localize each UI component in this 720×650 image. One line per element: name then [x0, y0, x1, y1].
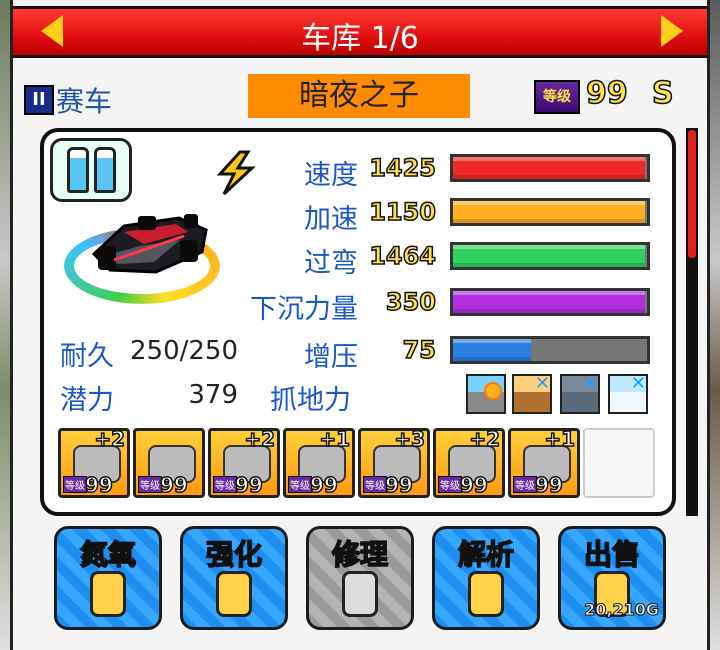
stat-bar-fill [453, 245, 646, 267]
stat-label: 速度 [304, 160, 358, 191]
car-category: II 赛车 [24, 80, 112, 120]
category-label: 赛车 [56, 85, 113, 118]
bottle-icon [66, 147, 89, 193]
potential-label: 潜力 [60, 385, 114, 416]
garage-screen: 车库 1/6 II 赛车 暗夜之子 等级 99 S 速度 1425 加速 1150 过弯… [0, 0, 720, 650]
part-level: 99 [459, 472, 488, 498]
part-level-badge: 等级 [363, 476, 387, 493]
empty-part-slot[interactable] [583, 428, 655, 498]
potential-value: 379 [188, 380, 238, 410]
nitro-bottles-icon [50, 138, 132, 202]
durability-label: 耐久 [60, 341, 114, 372]
analysis-screen-icon [468, 571, 504, 617]
stat-bar-fill [453, 291, 646, 313]
part-bonus: +2 [244, 426, 276, 452]
lightning-bolt-icon [216, 150, 256, 196]
stat-bar [450, 288, 650, 316]
stat-bar [450, 336, 650, 364]
stat-value: 1425 [368, 153, 436, 183]
race-car-icon [91, 214, 208, 274]
part-slot[interactable]: +2 等级 99 [58, 426, 130, 498]
part-level-badge: 等级 [63, 476, 87, 493]
button-label: 强化 [205, 537, 263, 572]
car-name[interactable]: 暗夜之子 [248, 74, 470, 118]
wrench-gear-button[interactable]: 修理 [306, 526, 414, 630]
button-label: 修理 [331, 537, 389, 572]
part-level-badge: 等级 [288, 476, 312, 493]
part-bonus: +1 [544, 426, 576, 452]
bottle-icon [93, 147, 116, 193]
egg-icon [216, 571, 252, 617]
part-level: 99 [159, 472, 188, 498]
part-level-badge: 等级 [213, 476, 237, 493]
stat-label: 增压 [304, 342, 358, 373]
sell-price: 20,210G [584, 600, 660, 620]
part-slot[interactable]: +1 等级 99 [508, 426, 580, 498]
sunny-road-icon [466, 374, 506, 414]
part-bonus: +2 [94, 426, 126, 452]
stat-value: 75 [402, 335, 437, 365]
button-label: 氮氧 [79, 537, 137, 572]
stat-bar-fill [453, 157, 646, 179]
rain-road-icon: ✕ [560, 374, 600, 414]
part-level: 99 [384, 472, 413, 498]
button-label: 解析 [457, 537, 515, 572]
scrollbar-thumb[interactable] [688, 130, 696, 258]
part-level-badge: 等级 [138, 476, 162, 493]
analysis-screen-button[interactable]: 解析 [432, 526, 540, 630]
nitro-bottle-icon [90, 571, 126, 617]
stat-value: 1464 [368, 241, 436, 271]
part-level-badge: 等级 [513, 476, 537, 493]
level-badge: 等级 [534, 80, 580, 114]
part-level: 99 [534, 472, 563, 498]
button-label: 出售 [583, 537, 641, 572]
part-slot[interactable]: 等级 99 [133, 428, 205, 498]
snow-road-icon: ✕ [608, 374, 648, 414]
part-slot[interactable]: +1 等级 99 [283, 426, 355, 498]
stat-bar [450, 242, 650, 270]
egg-button[interactable]: 强化 [180, 526, 288, 630]
part-slot[interactable]: +3 等级 99 [358, 426, 430, 498]
money-bag-button[interactable]: 出售 20,210G [558, 526, 666, 630]
stat-bar [450, 154, 650, 182]
stat-label: 过弯 [304, 248, 358, 279]
part-bonus: +2 [469, 426, 501, 452]
stat-label: 加速 [304, 204, 358, 235]
title-bar: 车库 1/6 [13, 6, 707, 58]
next-car-arrow-icon[interactable] [661, 15, 683, 47]
parts-row: +2 等级 99 等级 99 +2 等级 99 +1 等级 99 +3 等级 99 +2 等级 99 +1 等级 99 [58, 426, 655, 498]
part-bonus: +1 [319, 426, 351, 452]
car-level: 99 [585, 75, 628, 112]
part-slot[interactable]: +2 等级 99 [433, 426, 505, 498]
stat-bar-fill [453, 339, 531, 361]
part-level-badge: 等级 [438, 476, 462, 493]
stat-value: 350 [385, 287, 437, 317]
durability-value: 250/250 [129, 336, 238, 366]
stat-bar [450, 198, 650, 226]
part-bonus: +3 [394, 426, 426, 452]
grip-label: 抓地力 [270, 385, 351, 416]
part-level: 99 [84, 472, 113, 498]
wrench-gear-icon [342, 571, 378, 617]
page-title: 车库 1/6 [301, 21, 419, 56]
part-level: 99 [234, 472, 263, 498]
stat-label: 下沉力量 [250, 294, 358, 325]
stat-value: 1150 [368, 197, 436, 227]
nitro-bottle-button[interactable]: 氮氧 [54, 526, 162, 630]
dirt-road-icon: ✕ [512, 374, 552, 414]
category-icon: II [24, 85, 54, 115]
car-rank: S [651, 75, 674, 112]
part-slot[interactable]: +2 等级 99 [208, 426, 280, 498]
stat-bar-fill [453, 201, 646, 223]
part-level: 99 [309, 472, 338, 498]
